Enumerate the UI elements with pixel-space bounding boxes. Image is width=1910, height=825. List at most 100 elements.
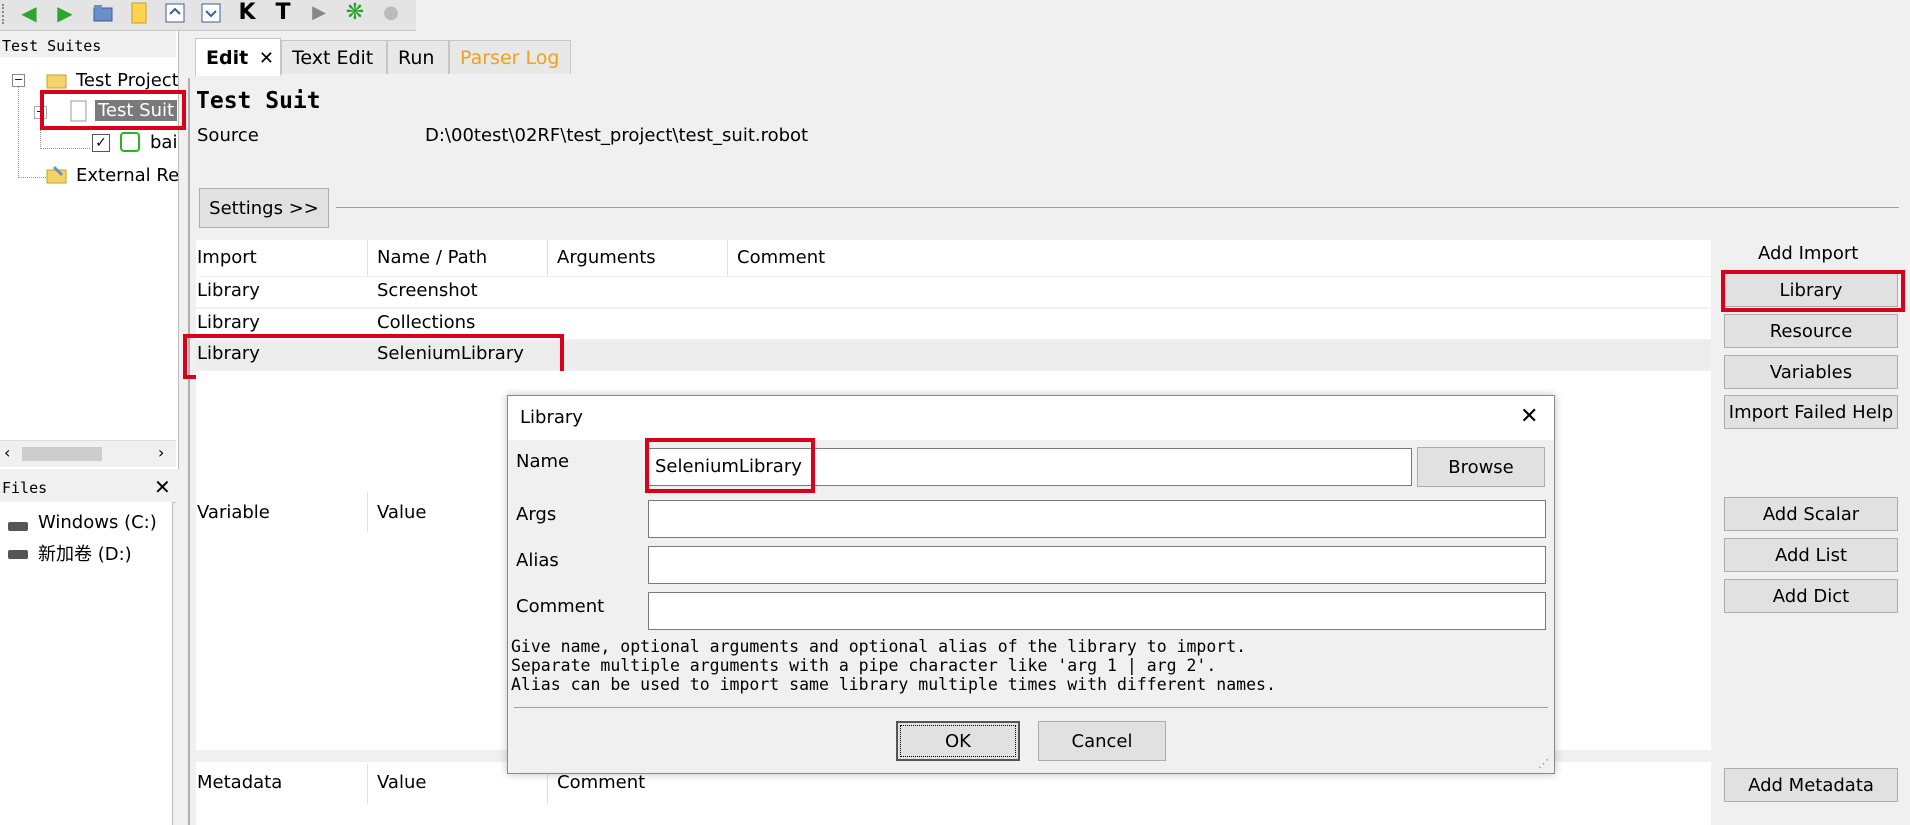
drive-item[interactable]: Windows (C:) (38, 512, 157, 533)
tab-label: Text Edit (292, 46, 374, 69)
column-divider (367, 764, 368, 804)
alias-input[interactable] (648, 546, 1546, 584)
tab-text-edit[interactable]: Text Edit (281, 40, 387, 74)
table-row[interactable]: Library Screenshot (196, 277, 1711, 307)
args-input[interactable] (648, 500, 1546, 538)
column-header[interactable]: Import (197, 247, 257, 268)
help-text-line: Give name, optional arguments and option… (511, 637, 1247, 656)
add-variables-button[interactable]: Variables (1724, 355, 1898, 389)
source-path: D:\00test\02RF\test_project\test_suit.ro… (425, 125, 809, 146)
column-header[interactable]: Variable (197, 502, 270, 523)
help-text-line: Separate multiple arguments with a pipe … (511, 656, 1217, 675)
tab-edit-label: Edit (206, 46, 249, 69)
tree-line (40, 148, 90, 150)
browse-button[interactable]: Browse (1417, 447, 1545, 487)
drive-item[interactable]: 新加卷 (D:) (38, 540, 132, 566)
import-name: Collections (377, 312, 476, 333)
debug-icon[interactable]: ❋ (342, 0, 368, 26)
search-tests-icon[interactable]: T (270, 0, 296, 26)
drive-icon (8, 550, 28, 559)
files-header: Files ✕ (0, 474, 176, 503)
save-all-icon[interactable] (198, 0, 224, 26)
highlight-library-button (1721, 270, 1905, 312)
ok-button[interactable]: OK (896, 721, 1020, 761)
files-panel: Windows (C:) 新加卷 (D:) (0, 502, 173, 825)
checkbox-checked-icon[interactable]: ✓ (92, 134, 110, 152)
external-resources-icon (46, 165, 68, 190)
name-label: Name (516, 451, 570, 472)
scroll-left-icon[interactable]: ‹ (4, 443, 10, 462)
alias-label: Alias (516, 550, 559, 571)
resize-grip-icon[interactable]: ⋰ (1538, 757, 1549, 770)
comment-input[interactable] (648, 592, 1546, 630)
import-failed-help-button[interactable]: Import Failed Help (1724, 395, 1898, 429)
stop-icon[interactable]: ● (378, 0, 404, 26)
tree-line (18, 82, 20, 178)
tab-close-icon[interactable]: ✕ (259, 48, 274, 69)
dialog-title: Library (520, 407, 583, 428)
column-divider (727, 240, 728, 276)
t-glyph: T (275, 0, 291, 25)
column-divider (367, 492, 368, 532)
close-icon[interactable]: ✕ (1520, 404, 1538, 429)
test-suites-title: Test Suites (2, 37, 102, 55)
forward-arrow-icon[interactable]: ▶ (52, 0, 78, 26)
settings-button[interactable]: Settings >> (199, 188, 329, 228)
search-keywords-icon[interactable]: K (234, 0, 260, 26)
tab-label: Parser Log (460, 46, 560, 69)
scroll-right-icon[interactable]: › (158, 443, 164, 462)
cancel-button[interactable]: Cancel (1038, 721, 1166, 761)
back-arrow-icon[interactable]: ◀ (16, 0, 42, 26)
column-header[interactable]: Metadata (197, 772, 282, 793)
test-case-icon (120, 132, 140, 152)
highlight-suite (40, 90, 186, 130)
tree-item-project[interactable]: Test Project (76, 70, 178, 91)
tab-parser-log[interactable]: Parser Log (449, 40, 571, 74)
column-header[interactable]: Value (377, 772, 426, 793)
tab-run[interactable]: Run (387, 40, 449, 74)
close-icon[interactable]: ✕ (154, 475, 171, 499)
page-title: Test Suit (196, 88, 321, 114)
args-label: Args (516, 504, 557, 525)
column-divider (367, 240, 368, 276)
import-type: Library (197, 312, 260, 333)
column-header[interactable]: Name / Path (377, 247, 487, 268)
highlight-name-field (645, 438, 815, 493)
collapse-toggle-icon[interactable]: − (12, 74, 25, 87)
import-name: Screenshot (377, 280, 478, 301)
column-header[interactable]: Comment (737, 247, 825, 268)
column-header[interactable]: Arguments (557, 247, 656, 268)
column-divider (547, 240, 548, 276)
toolbar-grip (2, 4, 7, 24)
editor-tabbar: Edit ✕ Text Edit Run Parser Log (185, 36, 1910, 78)
files-title: Files (2, 479, 48, 497)
new-file-icon[interactable] (126, 0, 152, 26)
k-glyph: K (238, 0, 256, 25)
add-scalar-button[interactable]: Add Scalar (1724, 497, 1898, 531)
tab-label: Run (398, 46, 435, 69)
add-dict-button[interactable]: Add Dict (1724, 579, 1898, 613)
import-type: Library (197, 280, 260, 301)
divider (336, 207, 1899, 208)
scroll-thumb[interactable] (22, 447, 102, 461)
tree-item-test-case[interactable]: bai (150, 132, 177, 153)
dialog-titlebar: Library ✕ (508, 396, 1554, 440)
tree-item-external-resources[interactable]: External Resources (76, 165, 178, 186)
comment-label: Comment (516, 596, 605, 617)
drive-icon (8, 522, 28, 531)
dialog-divider (514, 707, 1548, 708)
add-resource-button[interactable]: Resource (1724, 314, 1898, 348)
column-header[interactable]: Comment (557, 772, 645, 793)
add-list-button[interactable]: Add List (1724, 538, 1898, 572)
tree-line (18, 177, 46, 179)
run-icon[interactable]: ▶ (306, 0, 332, 26)
tab-edit[interactable]: Edit ✕ (195, 38, 281, 76)
open-folder-icon[interactable] (90, 0, 116, 26)
toolbar: ◀ ▶ K T ▶ ❋ ● (0, 0, 416, 31)
column-header[interactable]: Value (377, 502, 426, 523)
tree-horizontal-scrollbar[interactable]: ‹ › (0, 440, 176, 467)
help-text-line: Alias can be used to import same library… (511, 675, 1276, 694)
source-label: Source (197, 125, 259, 146)
save-icon[interactable] (162, 0, 188, 26)
add-metadata-button[interactable]: Add Metadata (1724, 768, 1898, 802)
